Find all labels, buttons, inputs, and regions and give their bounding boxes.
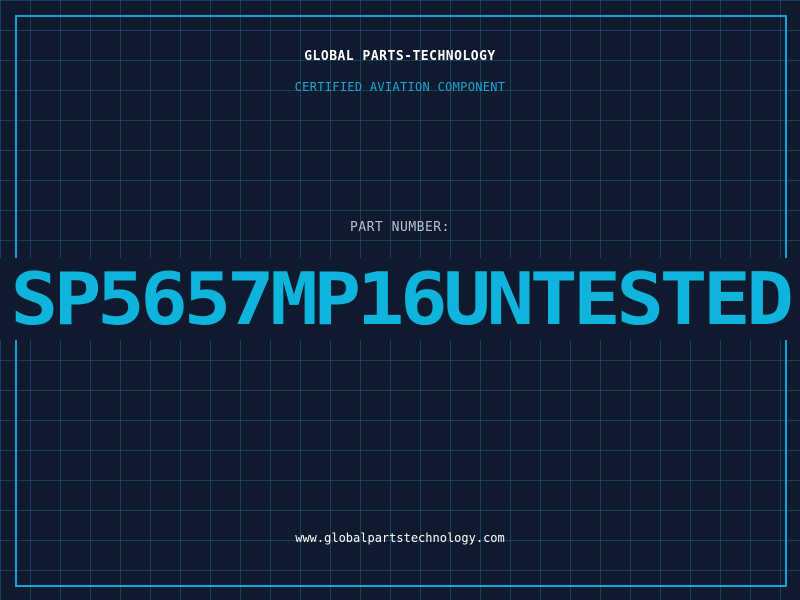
- certificate-canvas: GLOBAL PARTS-TECHNOLOGY CERTIFIED AVIATI…: [0, 0, 800, 600]
- part-number-label: PART NUMBER:: [350, 220, 450, 235]
- part-number-value: SP5657MP16UNTESTED: [10, 257, 793, 341]
- website-url: www.globalpartstechnology.com: [295, 531, 505, 545]
- company-name: GLOBAL PARTS-TECHNOLOGY: [304, 49, 496, 64]
- certificate-subtitle: CERTIFIED AVIATION COMPONENT: [294, 80, 506, 94]
